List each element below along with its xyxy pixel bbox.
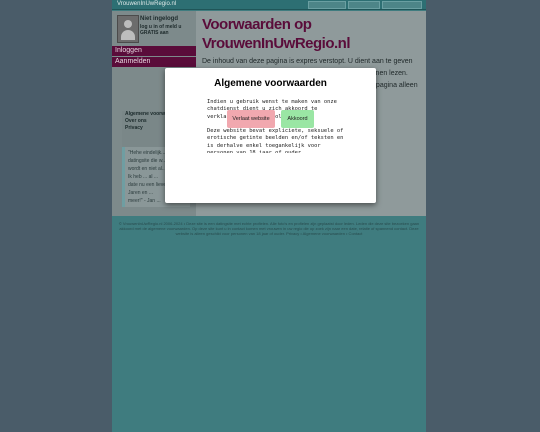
user-status-box: Niet ingelogd log u in of meld u GRATIS … (112, 13, 196, 45)
login-status-subtitle: log u in of meld u GRATIS aan (140, 24, 182, 36)
modal-title: Algemene voorwaarden (214, 78, 327, 89)
site-brand[interactable]: VrouwenInUwRegio.nl (117, 0, 176, 9)
top-tab-3[interactable] (382, 1, 422, 9)
sidebar-item-login[interactable]: Inloggen (112, 46, 196, 56)
site-container: VrouwenInUwRegio.nl Niet ingelogd log u … (112, 0, 426, 432)
leave-website-button[interactable]: Verlaat website (227, 110, 275, 128)
top-tab-1[interactable] (308, 1, 346, 9)
page-title: Voorwaarden op VrouwenInUwRegio.nl (202, 16, 351, 52)
top-bar: VrouwenInUwRegio.nl (112, 0, 426, 10)
terms-modal: Algemene voorwaarden Indien u gebruik we… (165, 68, 376, 203)
top-tab-2[interactable] (348, 1, 380, 9)
sidebar-item-register[interactable]: Aanmelden (112, 57, 196, 67)
login-status-title: Niet ingelogd (140, 16, 178, 22)
avatar-icon (117, 15, 139, 43)
copyright-footer: © VrouwenInUwRegio.nl 2006-2024 • Deze s… (118, 221, 420, 236)
accept-button[interactable]: Akkoord (281, 110, 314, 128)
